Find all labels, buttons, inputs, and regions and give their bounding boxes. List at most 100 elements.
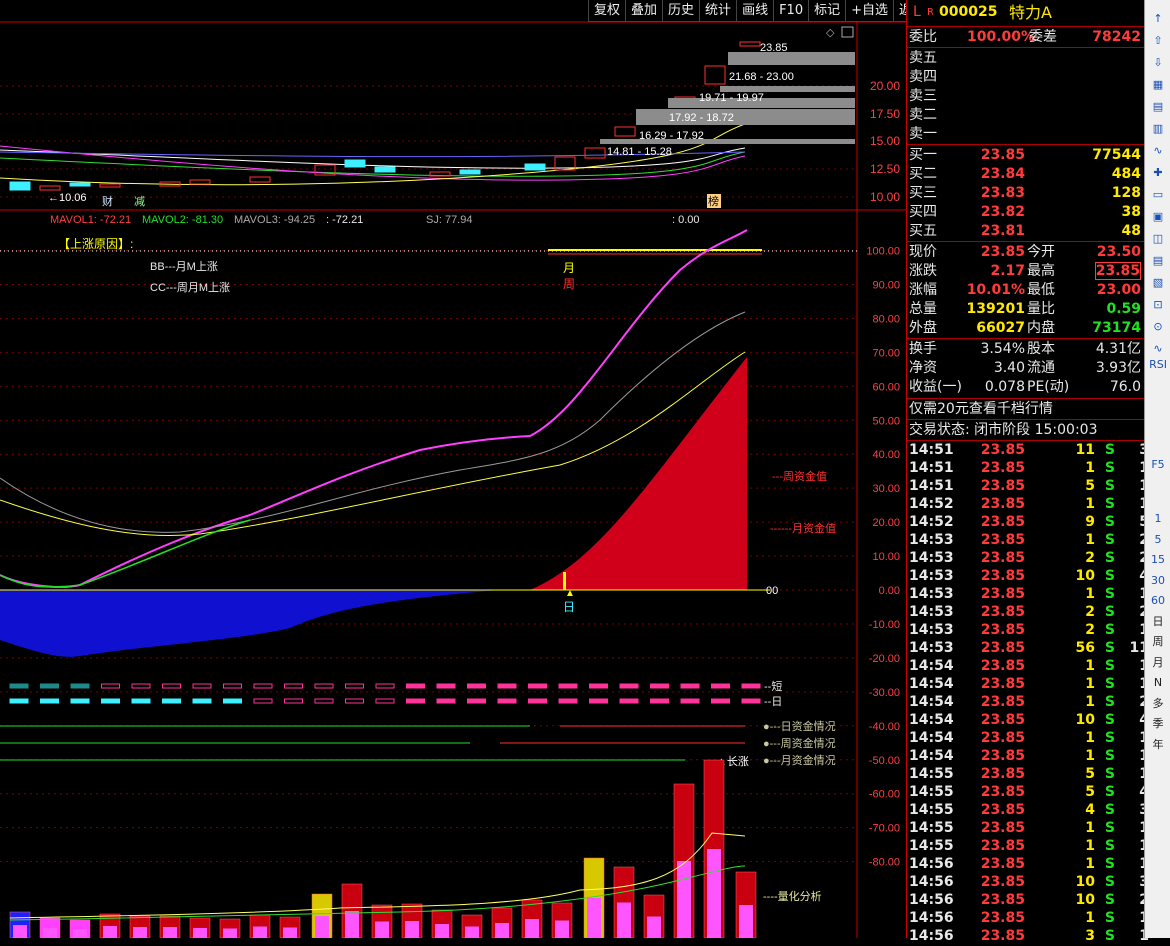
tool-icon[interactable]: ↑	[1148, 10, 1168, 28]
volume-bar-inner	[677, 861, 691, 938]
bid-label: 买三	[909, 185, 937, 201]
profile-range-label: 14.81 - 15.28	[607, 146, 672, 158]
tool-icon[interactable]: ⇧	[1148, 32, 1168, 50]
promo-link[interactable]: 仅需20元查看千档行情	[909, 400, 1053, 419]
volume-bar-inner	[587, 898, 601, 938]
price-axis-label: 15.00	[870, 134, 900, 148]
period-button-季[interactable]: 季	[1148, 715, 1168, 733]
toolbar-button-2[interactable]: 历史	[662, 0, 700, 22]
bid-label: 买五	[909, 223, 937, 239]
marker-bang: 榜	[708, 194, 719, 208]
bid-price: 23.83	[980, 185, 1025, 201]
price-candle	[524, 163, 546, 171]
price-axis-label: 10.00	[870, 190, 900, 204]
tool-icon[interactable]: ▧	[1148, 274, 1168, 292]
stat-label: 涨幅	[909, 282, 937, 298]
tool-icon[interactable]: ▤	[1148, 98, 1168, 116]
tool-icon[interactable]: ⊙	[1148, 318, 1168, 336]
period-button-15[interactable]: 15	[1148, 551, 1168, 569]
short-dash	[497, 683, 517, 689]
period-button-60[interactable]: 60	[1148, 592, 1168, 610]
tick-price: 23.85	[980, 784, 1025, 800]
month-label: 月	[563, 261, 575, 275]
tool-icon[interactable]: ✚	[1148, 164, 1168, 182]
tool-icon[interactable]: ⇩	[1148, 54, 1168, 72]
period-button-N[interactable]: N	[1148, 674, 1168, 692]
tool-icon[interactable]: ▤	[1148, 252, 1168, 270]
period-button-月[interactable]: 月	[1148, 654, 1168, 672]
fund-value-2: 4.31亿	[1095, 341, 1141, 357]
price-candle	[614, 126, 636, 137]
tick-side: S	[1104, 784, 1115, 800]
indicator-axis-label: 30.00	[872, 483, 900, 495]
tool-icon[interactable]: ▣	[1148, 208, 1168, 226]
day-dash	[345, 698, 364, 704]
period-button-年[interactable]: 年	[1148, 736, 1168, 754]
period-button-1[interactable]: 1	[1148, 510, 1168, 528]
tick-time: 14:53	[909, 640, 954, 656]
tool-icon[interactable]: ▦	[1148, 76, 1168, 94]
grey-indicator-line	[0, 311, 746, 533]
period-button-多[interactable]: 多	[1148, 695, 1168, 713]
stat-label: 涨跌	[909, 263, 937, 279]
volume-bar-inner	[253, 926, 267, 938]
tick-price: 23.85	[980, 442, 1025, 458]
tick-row: 14:5323.852S2	[907, 603, 1149, 622]
toolbar-button-5[interactable]: F10	[773, 0, 809, 22]
bid-price: 23.82	[980, 204, 1025, 220]
period-button-RSI[interactable]: RSI	[1148, 356, 1168, 374]
tick-side: S	[1104, 442, 1115, 458]
ask-label: 卖二	[909, 107, 937, 123]
tool-icon[interactable]: ◫	[1148, 230, 1168, 248]
tool-icon[interactable]: ⊡	[1148, 296, 1168, 314]
day-dash	[467, 698, 486, 704]
fund-value: 3.40	[993, 360, 1025, 376]
toolbar-button-1[interactable]: 叠加	[625, 0, 663, 22]
day-dash	[9, 698, 29, 704]
tick-row: 14:5623.8510S2	[907, 891, 1149, 910]
short-dash	[284, 683, 303, 689]
toolbar-button-6[interactable]: 标记	[808, 0, 846, 22]
volume-bar-inner	[375, 921, 389, 938]
fund-row: 净资 3.40 流通 3.93亿	[907, 359, 1145, 378]
period-button-日[interactable]: 日	[1148, 613, 1168, 631]
toolbar-button-0[interactable]: 复权	[588, 0, 626, 22]
volume-bar-inner	[283, 927, 297, 938]
toolbar-button-7[interactable]: +自选	[845, 0, 894, 22]
tick-price: 23.85	[980, 586, 1025, 602]
short-dash	[101, 683, 120, 689]
tool-icon[interactable]: ▭	[1148, 186, 1168, 204]
stat-value: 66027	[976, 320, 1025, 336]
indicator-header-4: SJ: 77.94	[426, 214, 472, 226]
tick-volume: 1	[1085, 730, 1095, 746]
stat-value-2: 23.85	[1094, 262, 1141, 280]
chart-area[interactable]: 20.00 17.50 15.00 12.50 10.00 21.68 - 23.00 19…	[0, 0, 906, 939]
indicator-axis-label: -40.00	[869, 721, 900, 733]
toolbar-button-3[interactable]: 统计	[699, 0, 737, 22]
tick-price: 23.85	[980, 658, 1025, 674]
day-dash	[650, 698, 669, 704]
period-button-30[interactable]: 30	[1148, 572, 1168, 590]
indicator-header-0: MAVOL1: -72.21	[50, 214, 131, 226]
chart-canvas[interactable]: 20.00 17.50 15.00 12.50 10.00 21.68 - 23.00 19…	[0, 0, 906, 939]
period-button-周[interactable]: 周	[1148, 633, 1168, 651]
bid-volume: 484	[1111, 166, 1141, 182]
tool-icon[interactable]: ∿	[1148, 142, 1168, 160]
tick-price: 23.85	[980, 622, 1025, 638]
tick-row: 14:5423.8510S4	[907, 711, 1149, 730]
period-button-F5[interactable]: F5	[1148, 456, 1168, 474]
zero-value-label: 00	[766, 585, 778, 597]
quant-analysis-label: ----量化分析	[763, 889, 822, 903]
tool-icon[interactable]: ▥	[1148, 120, 1168, 138]
tick-side: S	[1104, 892, 1115, 908]
tick-price: 23.85	[980, 460, 1025, 476]
period-button-5[interactable]: 5	[1148, 531, 1168, 549]
toolbar-button-4[interactable]: 画线	[736, 0, 774, 22]
negative-fund-area	[0, 590, 500, 657]
stat-value-2: 23.50	[1096, 244, 1141, 260]
volume-bar-inner	[435, 924, 449, 938]
short-label: --短	[764, 679, 782, 693]
diamond-icon: ◇	[826, 27, 835, 39]
tick-time: 14:52	[909, 496, 954, 512]
tick-volume: 11	[1075, 442, 1095, 458]
